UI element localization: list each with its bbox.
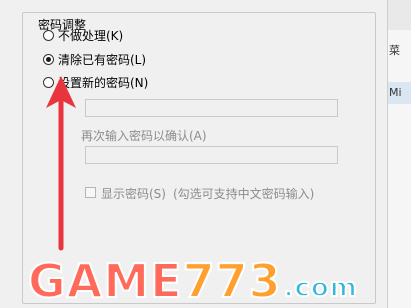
right-window-edge: 菜 Mi [387,0,411,308]
radio-set-new-password[interactable]: 设置新的密码(N) [43,74,148,90]
new-password-field[interactable] [85,99,338,117]
watermark-773: 773 [182,253,282,308]
radio-clear-password-circle[interactable] [43,53,54,65]
right-window-titlebar [388,0,411,30]
radio-set-new-password-circle[interactable] [43,76,54,88]
chinese-password-hint: (勾选可支持中文密码输入) [173,187,315,201]
screenshot: 密码调整 不做处理(K) 清除已有密码(L) 设置新的密码(N) 再次输入密码以… [0,0,411,308]
radio-clear-password-label: 清除已有密码(L) [58,52,147,67]
left-window-edge [0,0,19,308]
radio-no-action[interactable]: 不做处理(K) [43,27,123,43]
show-password-label: 显示密码(S) [101,187,166,201]
watermark-game: GAME [27,253,183,308]
right-window-text: 菜 [389,44,400,57]
right-window-text-2: Mi [389,86,402,99]
confirm-password-label: 再次输入密码以确认(A) [81,129,207,143]
radio-no-action-circle[interactable] [43,29,54,41]
game773-watermark: GAME 773 .com [27,253,358,308]
watermark-com: .com [283,272,358,304]
radio-no-action-label: 不做处理(K) [58,28,124,43]
radio-clear-password[interactable]: 清除已有密码(L) [43,51,146,67]
show-password-checkbox[interactable] [85,187,96,198]
radio-set-new-password-label: 设置新的密码(N) [58,75,149,90]
confirm-password-field[interactable] [85,146,338,164]
